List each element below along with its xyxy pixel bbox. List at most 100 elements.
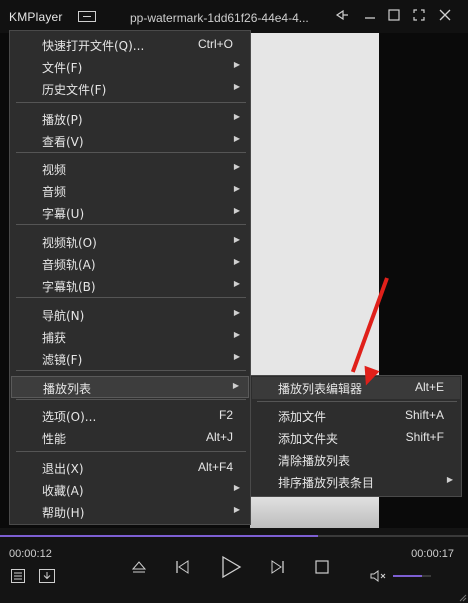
menu-item[interactable]: 文件(F) ▶ [11, 56, 249, 78]
resize-grip-icon[interactable] [459, 594, 467, 602]
maximize-icon[interactable] [385, 8, 403, 26]
seek-bar[interactable] [0, 535, 468, 537]
menu-item[interactable]: 导航(N) ▶ [11, 304, 249, 326]
submenu-arrow-icon: ▶ [233, 308, 240, 317]
menu-item-label: 帮助(H) [42, 506, 85, 520]
menu-item[interactable]: 捕获 ▶ [11, 326, 249, 348]
menu-item-label: 视频 [42, 163, 67, 177]
menu-item-shortcut: Alt+F4 [197, 460, 233, 474]
menu-separator [16, 297, 246, 298]
submenu-item[interactable]: 添加文件夹 Shift+F [252, 427, 460, 449]
context-menu: 快速打开文件(Q)... Ctrl+O 文件(F) ▶ 历史文件(F) ▶ 播放(P) ▶ 查看… [9, 30, 251, 525]
submenu-item-shortcut: Alt+E [414, 380, 444, 394]
menu-item[interactable]: 播放(P) ▶ [11, 108, 249, 130]
time-elapsed: 00:00:12 [9, 548, 52, 560]
menu-separator [16, 102, 246, 103]
menu-item-label: 退出(X) [42, 462, 84, 476]
fullscreen-icon[interactable] [410, 8, 428, 26]
playlist-submenu: 播放列表编辑器 Alt+E 添加文件 Shift+A 添加文件夹 Shift+F 清除播放列… [250, 375, 462, 497]
volume-level [393, 575, 422, 577]
menu-item-label: 音频轨(A) [42, 258, 96, 272]
menu-item[interactable]: 退出(X) Alt+F4 [11, 457, 249, 479]
menu-separator [16, 451, 246, 452]
control-bar: 00:00:12 00:00:17 [0, 528, 468, 603]
submenu-arrow-icon: ▶ [233, 60, 240, 69]
submenu-arrow-icon: ▶ [233, 162, 240, 171]
open-file-icon[interactable] [38, 568, 56, 588]
submenu-item[interactable]: 清除播放列表 [252, 449, 460, 471]
menu-item-label: 播放列表 [43, 382, 92, 396]
submenu-item[interactable]: 播放列表编辑器 Alt+E [252, 377, 460, 399]
submenu-item-shortcut: Shift+A [404, 408, 444, 422]
app-logo[interactable]: KMPlayer [9, 10, 63, 24]
submenu-item-label: 清除播放列表 [278, 454, 351, 468]
menu-item-shortcut: Alt+J [205, 430, 233, 444]
menu-item[interactable]: 视频 ▶ [11, 158, 249, 180]
submenu-arrow-icon: ▶ [233, 352, 240, 361]
submenu-item[interactable]: 排序播放列表条目 ▶ [252, 471, 460, 493]
submenu-arrow-icon: ▶ [233, 82, 240, 91]
play-icon[interactable] [218, 554, 244, 584]
menu-item-label: 文件(F) [42, 61, 83, 75]
close-icon[interactable] [436, 8, 454, 26]
menu-item-label: 视频轨(O) [42, 236, 97, 250]
menu-item-label: 音频 [42, 185, 67, 199]
menu-separator [16, 152, 246, 153]
submenu-arrow-icon: ▶ [446, 475, 453, 484]
submenu-item-shortcut: Shift+F [405, 430, 444, 444]
submenu-item-label: 播放列表编辑器 [278, 382, 363, 396]
menu-item[interactable]: 滤镜(F) ▶ [11, 348, 249, 370]
menu-separator [16, 224, 246, 225]
submenu-item[interactable]: 添加文件 Shift+A [252, 405, 460, 427]
submenu-arrow-icon: ▶ [233, 279, 240, 288]
menu-item-shortcut: F2 [218, 408, 233, 422]
submenu-arrow-icon: ▶ [233, 134, 240, 143]
time-total: 00:00:17 [411, 548, 454, 560]
menu-separator [16, 399, 246, 400]
pin-icon[interactable] [333, 8, 351, 26]
menu-item[interactable]: 性能 Alt+J [11, 427, 249, 449]
next-icon[interactable] [269, 558, 287, 580]
menu-item-label: 收藏(A) [42, 484, 84, 498]
menu-item[interactable]: 视频轨(O) ▶ [11, 231, 249, 253]
menu-item[interactable]: 收藏(A) ▶ [11, 479, 249, 501]
menu-item-label: 字幕(U) [42, 207, 85, 221]
submenu-item-label: 添加文件 [278, 410, 327, 424]
menu-item[interactable]: 选项(O)... F2 [11, 405, 249, 427]
menu-item[interactable]: 字幕(U) ▶ [11, 202, 249, 224]
menu-item[interactable]: 音频 ▶ [11, 180, 249, 202]
playlist-icon[interactable] [10, 568, 26, 588]
submenu-arrow-icon: ▶ [233, 235, 240, 244]
mute-icon[interactable] [370, 568, 390, 587]
menu-item[interactable]: 快速打开文件(Q)... Ctrl+O [11, 34, 249, 56]
window-title: pp-watermark-1dd61f26-44e4-4... [130, 11, 309, 25]
stop-icon[interactable] [314, 559, 330, 579]
menu-item[interactable]: 历史文件(F) ▶ [11, 78, 249, 100]
menu-item[interactable]: 字幕轨(B) ▶ [11, 275, 249, 297]
menu-item-label: 性能 [42, 432, 67, 446]
submenu-item-label: 添加文件夹 [278, 432, 339, 446]
menu-separator [16, 370, 246, 371]
seek-bar-progress [0, 535, 319, 537]
submenu-arrow-icon: ▶ [233, 505, 240, 514]
menu-item-label: 查看(V) [42, 135, 84, 149]
menu-item-label: 选项(O)... [42, 410, 97, 424]
menu-toggle-icon[interactable] [78, 11, 96, 22]
menu-item-label: 快速打开文件(Q)... [42, 39, 145, 53]
submenu-arrow-icon: ▶ [233, 206, 240, 215]
minimize-icon[interactable] [361, 8, 379, 26]
menu-item[interactable]: 播放列表 ▶ [11, 376, 249, 398]
menu-item[interactable]: 音频轨(A) ▶ [11, 253, 249, 275]
video-frame-bottom [250, 492, 379, 528]
submenu-arrow-icon: ▶ [232, 381, 239, 390]
menu-item-label: 捕获 [42, 331, 67, 345]
previous-icon[interactable] [173, 558, 191, 580]
submenu-arrow-icon: ▶ [233, 184, 240, 193]
eject-icon[interactable] [130, 558, 148, 580]
kmplayer-window: KMPlayer pp-watermark-1dd61f26-44e4-4...… [0, 0, 468, 603]
volume-slider[interactable] [393, 575, 431, 577]
menu-item-label: 播放(P) [42, 113, 83, 127]
menu-item[interactable]: 帮助(H) ▶ [11, 501, 249, 523]
menu-item[interactable]: 查看(V) ▶ [11, 130, 249, 152]
menu-separator [257, 401, 457, 402]
